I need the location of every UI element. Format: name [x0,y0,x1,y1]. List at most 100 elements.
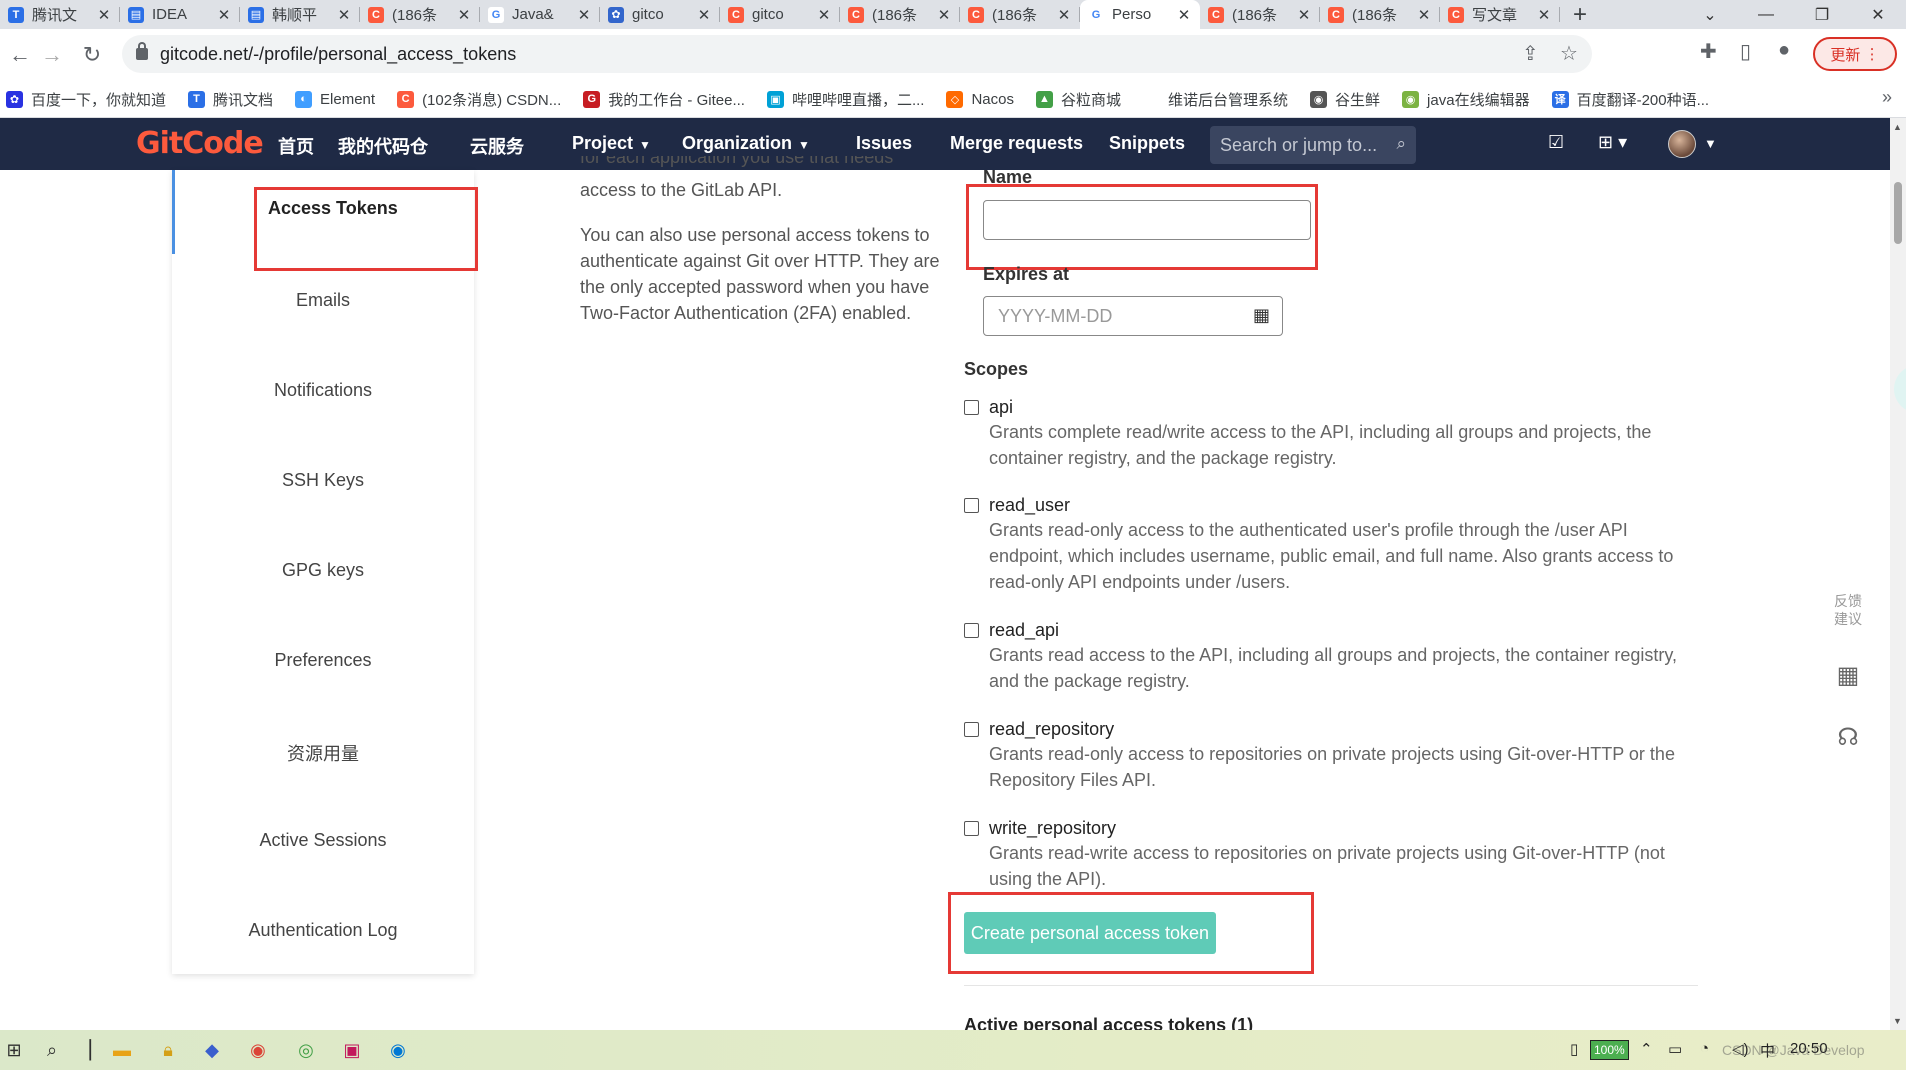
close-icon[interactable]: ✕ [96,6,112,24]
browser-tab[interactable]: G Perso ✕ [1080,0,1200,29]
sidebar-item-usage[interactable]: 资源用量 [172,740,474,766]
search-input[interactable] [1220,134,1380,156]
app-icon[interactable]: ◆ [200,1038,224,1062]
nav-cloud[interactable]: 云服务 [470,133,524,159]
update-button[interactable]: 更新 ⋮ [1813,37,1897,71]
windows-start-icon[interactable]: ⊞ [2,1038,26,1062]
omnibox[interactable]: gitcode.net/-/profile/personal_access_to… [122,35,1592,73]
close-icon[interactable]: ✕ [1056,6,1072,24]
bookmark-item[interactable]: 译百度翻译-200种语... [1551,89,1709,110]
close-icon[interactable]: ✕ [1176,6,1192,24]
nav-snippets[interactable]: Snippets [1109,133,1185,154]
close-icon[interactable]: ✕ [816,6,832,24]
tray-wifi-icon[interactable]: ◔ [1700,1040,1709,1057]
support-widget[interactable]: ☊ [1820,716,1876,760]
intellij-icon[interactable]: ▣ [340,1038,364,1062]
bookmark-item[interactable]: ▲ 谷粒商城 [1036,89,1121,110]
nav-home[interactable]: 首页 [278,133,314,159]
chrome-icon[interactable]: ◉ [246,1038,270,1062]
url-text[interactable]: gitcode.net/-/profile/personal_access_to… [160,44,516,65]
avatar[interactable] [1668,130,1696,158]
scroll-down-icon[interactable]: ▼ [1893,1016,1902,1026]
scope-api-checkbox[interactable] [964,400,979,415]
extensions-icon[interactable]: ✚ [1700,39,1717,64]
bookmark-item[interactable]: ◐ Element [295,90,375,108]
tab-search-icon[interactable]: ⌄ [1682,0,1738,29]
calendar-icon[interactable]: ▦ [1253,305,1270,326]
expires-at-input[interactable] [983,296,1283,336]
bookmark-item[interactable]: ▣ 哔哩哔哩直播，二... [766,89,924,110]
scope-read-repository-checkbox[interactable] [964,722,979,737]
restore-icon[interactable]: ❐ [1794,0,1850,29]
bookmark-item[interactable]: ◉ java在线编辑器 [1402,89,1530,110]
close-icon[interactable]: ✕ [576,6,592,24]
browser-tab[interactable]: C (186条 ✕ [960,0,1080,29]
scope-read-api-checkbox[interactable] [964,623,979,638]
minimize-icon[interactable]: — [1738,0,1794,29]
bookmark-item[interactable]: T 腾讯文档 [188,89,273,110]
browser-tab[interactable]: C (186条 ✕ [1320,0,1440,29]
edge-icon[interactable]: ◉ [386,1038,410,1062]
bookmark-star-icon[interactable]: ☆ [1560,41,1578,66]
browser-tab[interactable]: C 写文章 ✕ [1440,0,1560,29]
feedback-widget[interactable]: 反馈 建议 [1820,592,1876,628]
task-view-icon[interactable]: ▕ [72,1038,96,1062]
todo-icon[interactable]: ☑ [1548,132,1564,153]
browser-tab[interactable]: ▤ 韩顺平 ✕ [240,0,360,29]
scope-write-repository-checkbox[interactable] [964,821,979,836]
reload-icon[interactable]: ↻ [72,35,112,75]
tray-phone-icon[interactable]: ▯ [1570,1040,1578,1058]
close-icon[interactable]: ✕ [696,6,712,24]
sidebar-item-gpg-keys[interactable]: GPG keys [172,560,474,581]
sidebar-item-active-sessions[interactable]: Active Sessions [172,830,474,851]
profile-icon[interactable]: ● [1778,39,1790,62]
bookmark-item[interactable]: ◉ 谷生鲜 [1310,89,1380,110]
browser-tab[interactable]: Cgitco ✕ [720,0,840,29]
sidebar-item-emails[interactable]: Emails [172,290,474,311]
nav-merge-requests[interactable]: Merge requests [950,133,1083,154]
browser-tab[interactable]: C (186条 ✕ [840,0,960,29]
qrcode-widget[interactable]: ▦ [1820,654,1876,698]
close-icon[interactable]: ✕ [936,6,952,24]
bookmark-item[interactable]: G 我的工作台 - Gitee... [583,89,745,110]
scope-read-user-checkbox[interactable] [964,498,979,513]
browser-tab[interactable]: T 腾讯文 ✕ [0,0,120,29]
scrollbar-thumb[interactable] [1894,182,1902,244]
tray-expand-icon[interactable]: ⌃ [1640,1040,1653,1058]
file-explorer-icon[interactable]: ▬ [110,1038,134,1062]
close-icon[interactable]: ✕ [1536,6,1552,24]
share-icon[interactable]: ⇪ [1522,41,1539,66]
taskbar-search-icon[interactable]: ⌕ [40,1038,64,1062]
bookmark-item[interactable]: 维诺后台管理系统 [1143,89,1288,110]
search-icon[interactable]: ⌕ [1396,134,1406,154]
nav-issues[interactable]: Issues [856,133,912,154]
close-icon[interactable]: ✕ [1416,6,1432,24]
browser-tab[interactable]: C (186条 ✕ [360,0,480,29]
browser-tab[interactable]: ✿ gitco ✕ [600,0,720,29]
close-icon[interactable]: ✕ [336,6,352,24]
global-search[interactable]: ⌕ [1210,126,1416,164]
bookmarks-overflow-icon[interactable]: » [1882,87,1892,108]
battery-indicator[interactable]: 100% [1590,1040,1629,1060]
sidepanel-icon[interactable]: ▯ [1740,39,1751,64]
nav-project[interactable]: Project ▼ [572,133,651,154]
browser-tab[interactable]: G Java& ✕ [480,0,600,29]
nav-my-repos[interactable]: 我的代码仓 [338,133,428,159]
lock-app-icon[interactable]: 🔒︎ [156,1038,180,1062]
chevron-down-icon[interactable]: ▼ [1704,136,1717,151]
scroll-up-icon[interactable]: ▲ [1893,122,1902,132]
create-new-icon[interactable]: ⊞ ▾ [1598,132,1627,153]
sidebar-item-ssh-keys[interactable]: SSH Keys [172,470,474,491]
browser-tab[interactable]: C (186条 ✕ [1200,0,1320,29]
close-icon[interactable]: ✕ [1296,6,1312,24]
nav-organization[interactable]: Organization ▼ [682,133,810,154]
page-scrollbar[interactable]: ▲ ▼ [1890,118,1906,1030]
bookmark-item[interactable]: ✿ 百度一下，你就知道 [6,89,166,110]
sidebar-item-preferences[interactable]: Preferences [172,650,474,671]
sidebar-item-notifications[interactable]: Notifications [172,380,474,401]
close-window-icon[interactable]: ✕ [1850,0,1906,29]
bookmark-item[interactable]: C (102条消息) CSDN... [397,89,561,110]
browser-tab[interactable]: ▤ IDEA ✕ [120,0,240,29]
forward-icon[interactable]: → [32,35,72,75]
tray-battery-icon[interactable]: ▭ [1668,1040,1682,1058]
